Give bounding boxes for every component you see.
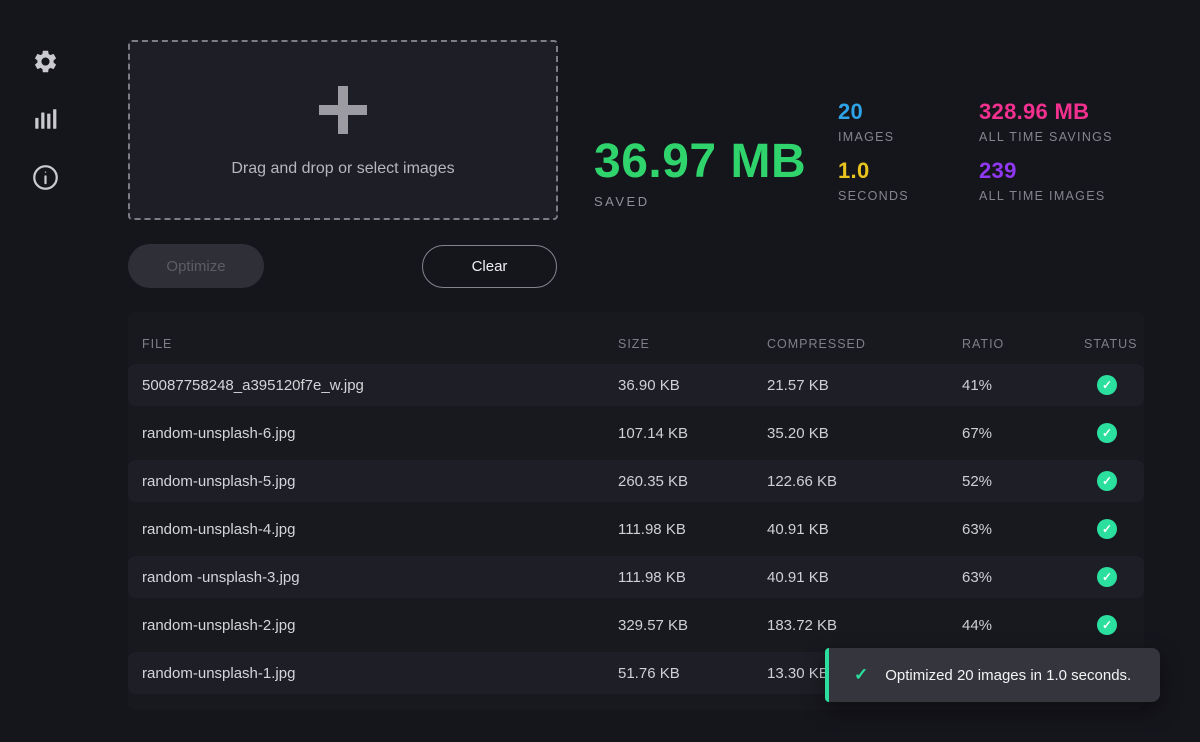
cell-file: random-unsplash-1.jpg xyxy=(142,665,618,682)
toast-message: Optimized 20 images in 1.0 seconds. xyxy=(885,667,1131,684)
stat-images-value: 20 xyxy=(838,99,909,125)
stat-alltime-images-value: 239 xyxy=(979,158,1113,184)
cell-status: ✓ xyxy=(1084,615,1130,635)
header-ratio: RATIO xyxy=(962,337,1084,351)
table-row: random-unsplash-4.jpg 111.98 KB 40.91 KB… xyxy=(128,508,1144,550)
header-size: SIZE xyxy=(618,337,767,351)
stats-button[interactable] xyxy=(28,102,62,136)
sidebar xyxy=(0,0,90,742)
cell-compressed: 40.91 KB xyxy=(767,521,962,538)
cell-file: random-unsplash-2.jpg xyxy=(142,617,618,634)
cell-size: 51.76 KB xyxy=(618,665,767,682)
cell-size: 36.90 KB xyxy=(618,377,767,394)
cell-file: random -unsplash-3.jpg xyxy=(142,569,618,586)
table-row: random-unsplash-6.jpg 107.14 KB 35.20 KB… xyxy=(128,412,1144,454)
saved-value: 36.97 MB xyxy=(594,138,806,186)
stat-alltime-savings-label: ALL TIME SAVINGS xyxy=(979,130,1113,144)
cell-status: ✓ xyxy=(1084,567,1130,587)
stat-seconds-value: 1.0 xyxy=(838,158,909,184)
cell-file: 50087758248_a395120f7e_w.jpg xyxy=(142,377,618,394)
stat-alltime-savings: 328.96 MB ALL TIME SAVINGS xyxy=(979,99,1113,144)
toast-check-icon: ✓ xyxy=(854,665,868,685)
info-button[interactable] xyxy=(28,160,62,194)
cell-file: random-unsplash-6.jpg xyxy=(142,425,618,442)
check-icon: ✓ xyxy=(1097,519,1117,539)
stat-seconds-label: SECONDS xyxy=(838,189,909,203)
app-window: Drag and drop or select images 36.97 MB … xyxy=(0,0,1200,742)
cell-ratio: 44% xyxy=(962,617,1084,634)
stat-seconds: 1.0 SECONDS xyxy=(838,158,909,203)
table-row: random-unsplash-2.jpg 329.57 KB 183.72 K… xyxy=(128,604,1144,646)
gear-icon xyxy=(32,48,59,75)
cell-file: random-unsplash-5.jpg xyxy=(142,473,618,490)
cell-size: 329.57 KB xyxy=(618,617,767,634)
info-icon xyxy=(32,164,59,191)
cell-compressed: 183.72 KB xyxy=(767,617,962,634)
cell-compressed: 21.57 KB xyxy=(767,377,962,394)
cell-ratio: 41% xyxy=(962,377,1084,394)
header-compressed: COMPRESSED xyxy=(767,337,962,351)
stats-session: 20 IMAGES 1.0 SECONDS xyxy=(838,99,909,217)
plus-icon xyxy=(319,86,367,134)
header-file: FILE xyxy=(142,337,618,351)
check-icon: ✓ xyxy=(1097,567,1117,587)
cell-compressed: 40.91 KB xyxy=(767,569,962,586)
table-row: random-unsplash-5.jpg 260.35 KB 122.66 K… xyxy=(128,460,1144,502)
cell-status: ✓ xyxy=(1084,471,1130,491)
cell-status: ✓ xyxy=(1084,375,1130,395)
bar-chart-icon xyxy=(32,106,58,132)
check-icon: ✓ xyxy=(1097,471,1117,491)
settings-button[interactable] xyxy=(28,44,62,78)
stat-alltime-images-label: ALL TIME IMAGES xyxy=(979,189,1113,203)
cell-status: ✓ xyxy=(1084,423,1130,443)
check-icon: ✓ xyxy=(1097,375,1117,395)
dropzone-label: Drag and drop or select images xyxy=(231,160,454,178)
cell-ratio: 63% xyxy=(962,569,1084,586)
cell-file: random-unsplash-4.jpg xyxy=(142,521,618,538)
header-status: STATUS xyxy=(1084,337,1130,351)
clear-button[interactable]: Clear xyxy=(422,245,557,288)
table-header: FILE SIZE COMPRESSED RATIO STATUS xyxy=(128,324,1144,364)
stat-alltime-images: 239 ALL TIME IMAGES xyxy=(979,158,1113,203)
stats-alltime: 328.96 MB ALL TIME SAVINGS 239 ALL TIME … xyxy=(979,99,1113,217)
table-row: 50087758248_a395120f7e_w.jpg 36.90 KB 21… xyxy=(128,364,1144,406)
toast: ✓ Optimized 20 images in 1.0 seconds. xyxy=(825,648,1160,702)
stat-images: 20 IMAGES xyxy=(838,99,909,144)
cell-size: 260.35 KB xyxy=(618,473,767,490)
dropzone[interactable]: Drag and drop or select images xyxy=(128,40,558,220)
cell-size: 107.14 KB xyxy=(618,425,767,442)
check-icon: ✓ xyxy=(1097,615,1117,635)
optimize-button[interactable]: Optimize xyxy=(128,244,264,288)
table-body: 50087758248_a395120f7e_w.jpg 36.90 KB 21… xyxy=(128,364,1144,694)
table-row: random -unsplash-3.jpg 111.98 KB 40.91 K… xyxy=(128,556,1144,598)
cell-ratio: 67% xyxy=(962,425,1084,442)
cell-compressed: 35.20 KB xyxy=(767,425,962,442)
cell-size: 111.98 KB xyxy=(618,569,767,586)
check-icon: ✓ xyxy=(1097,423,1117,443)
stat-alltime-savings-value: 328.96 MB xyxy=(979,99,1113,125)
stat-images-label: IMAGES xyxy=(838,130,909,144)
cell-status: ✓ xyxy=(1084,519,1130,539)
cell-size: 111.98 KB xyxy=(618,521,767,538)
cell-compressed: 122.66 KB xyxy=(767,473,962,490)
cell-ratio: 63% xyxy=(962,521,1084,538)
saved-summary: 36.97 MB SAVED xyxy=(594,138,806,209)
saved-label: SAVED xyxy=(594,194,806,209)
cell-ratio: 52% xyxy=(962,473,1084,490)
